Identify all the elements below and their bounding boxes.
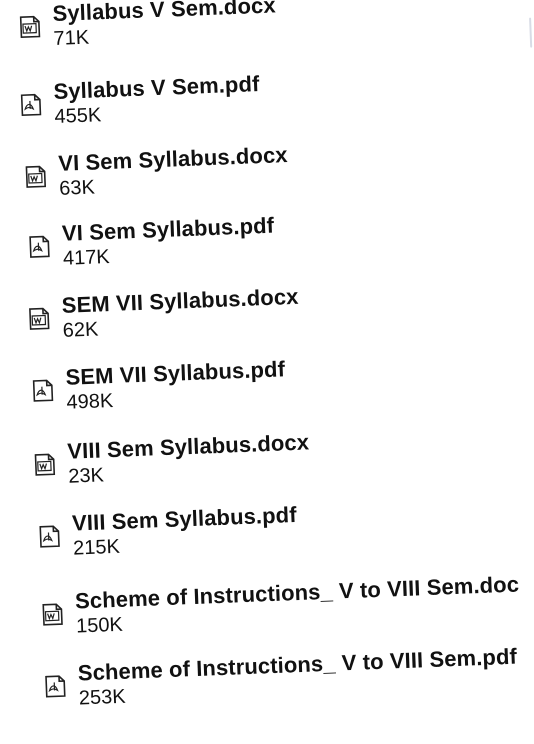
file-item[interactable]: VI Sem Syllabus.pdf 417K: [24, 212, 276, 272]
scroll-indicator[interactable]: [529, 17, 533, 48]
file-size: 71K: [53, 26, 90, 51]
file-item[interactable]: VIII Sem Syllabus.pdf 215K: [34, 502, 298, 561]
pdf-document-icon: [28, 376, 57, 405]
file-item[interactable]: Scheme of Instructions_ V to VIII Sem.pd…: [39, 644, 518, 711]
file-name: SEM VII Syllabus.pdf: [65, 356, 286, 390]
file-item[interactable]: VI Sem Syllabus.docx 63K: [20, 142, 289, 201]
file-size: 498K: [66, 390, 114, 414]
file-item[interactable]: Syllabus V Sem.docx 71K: [14, 0, 277, 52]
file-name: Syllabus V Sem.pdf: [53, 71, 260, 105]
word-document-icon: [37, 600, 66, 629]
file-size: 215K: [72, 535, 121, 560]
file-name: VI Sem Syllabus.pdf: [61, 212, 275, 246]
file-size: 455K: [54, 104, 102, 129]
pdf-document-icon: [16, 90, 45, 119]
word-document-icon: [15, 12, 44, 41]
file-item[interactable]: SEM VII Syllabus.docx 62K: [23, 283, 299, 344]
file-name: VIII Sem Syllabus.pdf: [71, 502, 298, 536]
file-item[interactable]: Syllabus V Sem.pdf 455K: [15, 71, 261, 129]
file-size: 63K: [58, 176, 96, 200]
pdf-document-icon: [34, 522, 63, 551]
file-item[interactable]: SEM VII Syllabus.pdf 498K: [27, 356, 286, 415]
file-item[interactable]: VIII Sem Syllabus.docx 23K: [29, 429, 310, 489]
file-name: VI Sem Syllabus.docx: [57, 142, 289, 176]
word-document-icon: [29, 450, 58, 479]
word-document-icon: [20, 162, 49, 191]
file-size: 417K: [62, 246, 111, 270]
pdf-document-icon: [40, 672, 69, 701]
pdf-document-icon: [24, 232, 53, 261]
file-list: Syllabus V Sem.docx 71K Syllabus V Sem.p…: [0, 0, 534, 743]
file-name: SEM VII Syllabus.docx: [61, 283, 299, 318]
word-document-icon: [24, 304, 53, 333]
file-item[interactable]: Scheme of Instructions_ V to VIII Sem.do…: [37, 572, 521, 640]
